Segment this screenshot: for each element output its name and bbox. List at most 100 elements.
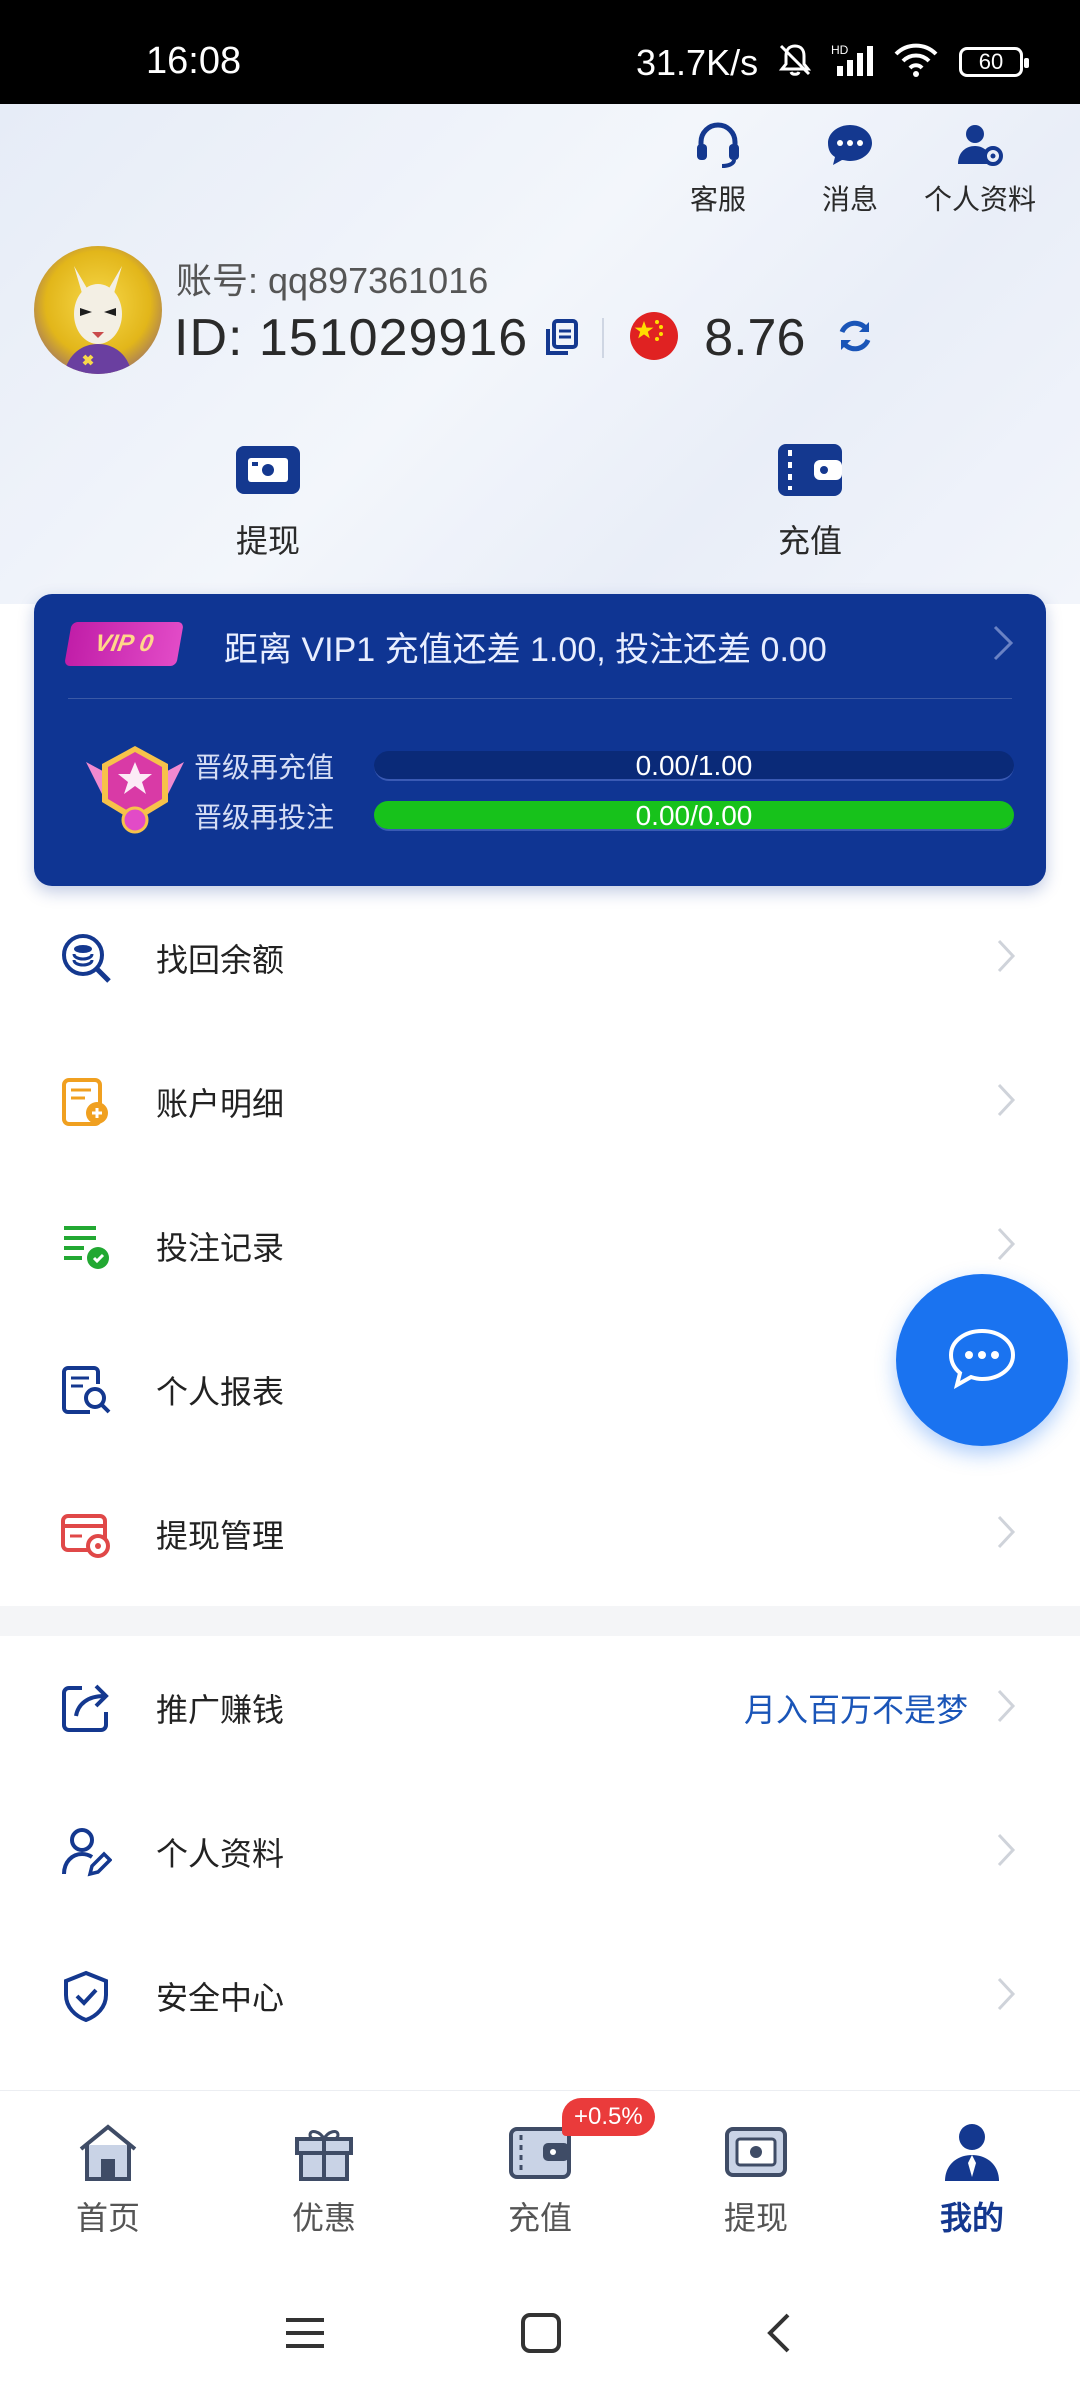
search-balance-icon [60, 932, 112, 984]
menu-label: 个人资料 [156, 1836, 285, 1872]
vip-bet-row: 晋级再投注 0.00/0.00 [194, 796, 1014, 836]
menu-label: 推广赚钱 [156, 1692, 285, 1728]
vip-card[interactable]: VIP 0 距离 VIP1 充值还差 1.00, 投注还差 0.00 [34, 594, 1046, 886]
chat-bubble-icon [947, 1327, 1017, 1393]
vip-recharge-value: 0.00/1.00 [635, 750, 753, 781]
china-flag-icon [630, 311, 679, 365]
home-icon [75, 2121, 141, 2187]
menu-item-personal-info[interactable]: 个人资料 [0, 1780, 1080, 1924]
mute-icon [775, 42, 815, 82]
status-bar: 16:08 31.7K/s HD 60 [0, 0, 1080, 104]
tab-home-label: 首页 [75, 2200, 140, 2236]
menu-item-bet-records[interactable]: 投注记录 [0, 1174, 1080, 1318]
user-settings-icon [955, 122, 1005, 172]
withdraw-quick-label: 提现 [235, 523, 300, 559]
vip-bet-progress: 0.00/0.00 [374, 801, 1014, 831]
chevron-right-icon [996, 1226, 1016, 1266]
vip-bet-label: 晋级再投注 [194, 802, 335, 833]
chevron-right-icon [996, 938, 1016, 978]
user-id-row: ID: 151029916 8.76 [174, 308, 875, 368]
user-icon [939, 2121, 1005, 2187]
withdraw-icon [234, 440, 302, 504]
personal-report-icon [60, 1364, 112, 1416]
vip-bet-value: 0.00/0.00 [635, 800, 753, 831]
promo-slogan: 月入百万不是梦 [743, 1692, 968, 1728]
chevron-right-icon [996, 1832, 1016, 1872]
chevron-right-icon [996, 1976, 1016, 2016]
withdraw-quick-button[interactable]: 提现 [234, 440, 302, 562]
menu-item-recover-balance[interactable]: 找回余额 [0, 886, 1080, 1030]
chevron-right-icon [996, 1688, 1016, 1728]
chevron-right-icon [996, 1514, 1016, 1554]
battery-icon: 60 [959, 47, 1029, 77]
status-net-speed: 31.7K/s [636, 42, 759, 83]
menu-item-account-details[interactable]: 账户明细 [0, 1030, 1080, 1174]
menu-label: 个人报表 [156, 1374, 285, 1410]
wifi-icon [893, 42, 939, 82]
tab-recharge[interactable]: 充值 [470, 2121, 610, 2239]
user-id: ID: 151029916 [174, 309, 529, 367]
tab-home[interactable]: 首页 [38, 2121, 178, 2239]
customer-service-button[interactable]: 客服 [690, 122, 746, 218]
profile-button[interactable]: 个人资料 [924, 122, 1036, 218]
menu-label: 投注记录 [156, 1230, 285, 1266]
tab-mine[interactable]: 我的 [902, 2121, 1042, 2239]
vip-level-badge: VIP 0 [64, 622, 184, 666]
message-bubble-icon [825, 122, 875, 172]
vip-medal-icon [80, 740, 190, 844]
section-divider [0, 1606, 1080, 1636]
share-icon [60, 1682, 112, 1734]
home-square-icon[interactable] [518, 2310, 564, 2360]
recharge-quick-label: 充值 [777, 523, 842, 559]
gift-icon [291, 2121, 357, 2187]
back-icon[interactable] [758, 2310, 804, 2360]
menu-label: 安全中心 [156, 1980, 285, 2016]
account-details-icon [60, 1076, 112, 1128]
refresh-icon[interactable] [835, 316, 875, 361]
tab-promo[interactable]: 优惠 [254, 2121, 394, 2239]
withdraw-icon [723, 2121, 789, 2187]
balance-amount: 8.76 [704, 309, 806, 367]
menu-item-security-center[interactable]: 安全中心 [0, 1924, 1080, 2068]
menu-icon[interactable] [282, 2310, 328, 2360]
bottom-tab-bar: 首页 优惠 充值 提现 我的 [0, 2090, 1080, 2270]
messages-label: 消息 [822, 184, 879, 215]
tab-recharge-label: 充值 [507, 2200, 572, 2236]
vip-summary: 距离 VIP1 充值还差 1.00, 投注还差 0.00 [224, 631, 827, 669]
copy-icon[interactable] [544, 318, 580, 362]
profile-label: 个人资料 [924, 184, 1037, 215]
tab-withdraw[interactable]: 提现 [686, 2121, 826, 2239]
account-number: 账号: qq897361016 [176, 260, 489, 301]
status-icons: HD 60 [775, 42, 1029, 82]
menu-label: 找回余额 [156, 942, 285, 978]
chat-fab-button[interactable] [896, 1274, 1068, 1446]
status-time: 16:08 [146, 40, 242, 82]
top-actions: 客服 消息 个人资料 [0, 122, 1080, 222]
menu-item-withdraw-management[interactable]: 提现管理 [0, 1462, 1080, 1606]
vip-recharge-label: 晋级再充值 [194, 752, 335, 783]
svg-text:HD: HD [831, 43, 849, 57]
avatar[interactable] [34, 246, 162, 374]
customer-service-label: 客服 [690, 184, 747, 215]
system-nav-bar [0, 2270, 1080, 2400]
messages-button[interactable]: 消息 [822, 122, 878, 218]
menu-item-promote-earn[interactable]: 推广赚钱 月入百万不是梦 [0, 1636, 1080, 1780]
bet-records-icon [60, 1220, 112, 1272]
recharge-bonus-badge: +0.5% [562, 2098, 655, 2136]
vip-divider [68, 698, 1012, 699]
chevron-right-icon [992, 624, 1014, 666]
vip-recharge-row: 晋级再充值 0.00/1.00 [194, 746, 1014, 786]
tab-mine-label: 我的 [939, 2200, 1004, 2236]
menu-label: 提现管理 [156, 1518, 285, 1554]
wallet-icon [776, 440, 844, 504]
menu-label: 账户明细 [156, 1086, 285, 1122]
tab-withdraw-label: 提现 [723, 2200, 788, 2236]
shield-check-icon [60, 1970, 112, 2023]
recharge-quick-button[interactable]: 充值 [776, 440, 844, 562]
vip-recharge-progress: 0.00/1.00 [374, 751, 1014, 781]
hd-signal-icon: HD [829, 42, 879, 82]
user-edit-icon [60, 1826, 113, 1878]
id-divider [602, 318, 605, 358]
withdraw-manage-icon [60, 1508, 112, 1560]
tab-promo-label: 优惠 [291, 2200, 356, 2236]
